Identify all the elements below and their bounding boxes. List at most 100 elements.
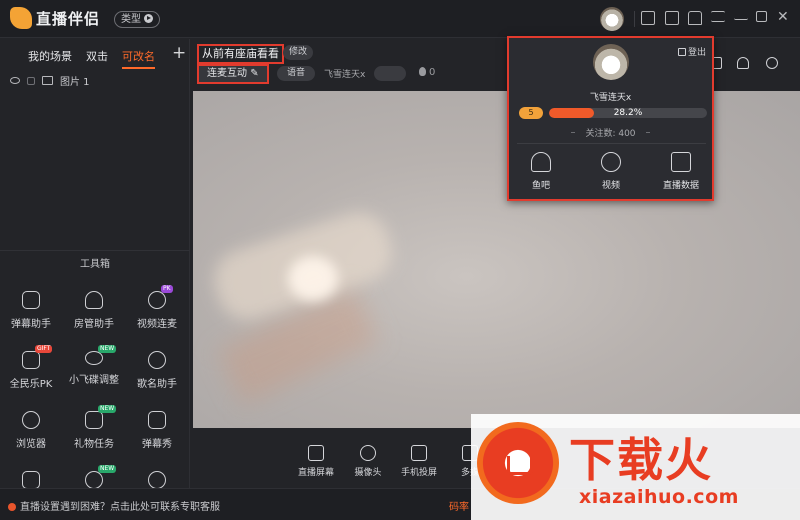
add-scene-button[interactable]: + (172, 43, 186, 63)
title-divider (634, 11, 635, 27)
phone-cast-icon (411, 445, 427, 461)
mic-interact-button[interactable]: 连麦互动 ✎ (197, 64, 269, 84)
popup-item-label: 鱼吧 (531, 181, 550, 191)
screen-mode-icon[interactable] (641, 11, 655, 25)
host-name: 飞雪连天x (324, 70, 366, 80)
camera-button[interactable]: 摄像头 (341, 445, 395, 478)
tool-video-mic[interactable]: PK 视频连麦 (126, 285, 188, 330)
fire-icon (419, 67, 426, 76)
layer-name: 图片 1 (60, 77, 90, 88)
search-tool-icon: NEW (85, 465, 117, 489)
live-data-button[interactable]: 直播数据 (651, 152, 711, 191)
popup-item-label: 直播数据 (662, 181, 699, 191)
app-logo-icon (10, 7, 32, 29)
tool-danmaku[interactable]: 弹幕助手 (0, 291, 62, 330)
tool-browser[interactable]: 浏览器 (0, 411, 62, 450)
logout-button[interactable]: 登出 (677, 45, 706, 58)
tool-label: 小飞碟调整 (69, 375, 119, 386)
phone-cast-button[interactable]: 手机投屏 (392, 445, 446, 478)
tool-label: 全民乐PK (9, 379, 53, 390)
music-icon (148, 351, 166, 369)
ufo-icon: NEW (85, 345, 117, 365)
play-arrow-icon (144, 14, 153, 23)
logout-label: 登出 (687, 48, 706, 58)
interact-label: 连麦互动 (207, 68, 247, 79)
bell-icon[interactable] (737, 57, 749, 69)
preview-highlight (288, 256, 338, 301)
tab-my-scenes[interactable]: 我的场景 (28, 48, 72, 69)
tool-label: 浏览器 (16, 439, 46, 450)
tool-danmaku-show[interactable]: 弹幕秀 (126, 411, 188, 450)
camera-icon (360, 445, 376, 461)
screen-capture-button[interactable]: 直播屏幕 (289, 445, 343, 478)
title-bar: 直播伴侣 类型 ✕ (0, 0, 800, 38)
new-badge: NEW (98, 345, 117, 353)
watermark: 下载火 xiazaihuo.com (471, 414, 800, 520)
gift-task-icon: NEW (85, 405, 117, 429)
tool-room-manager[interactable]: 房管助手 (63, 291, 125, 330)
tool-label: 歌名助手 (137, 379, 177, 390)
minimize-icon[interactable] (734, 11, 748, 20)
user-avatar[interactable] (600, 7, 624, 31)
layer-item[interactable]: 图片 1 (10, 73, 90, 88)
watermark-logo-icon (477, 422, 559, 504)
coin-icon (148, 471, 166, 489)
tool-music[interactable]: 歌名助手 (126, 351, 188, 390)
profile-name: 飞雪连天x (589, 93, 632, 103)
room-title[interactable]: 从前有座庙看看 (197, 44, 284, 64)
popup-item-label: 视频 (601, 181, 620, 191)
control-label: 摄像头 (354, 468, 382, 478)
profile-avatar[interactable] (593, 44, 629, 80)
tool-label: 房管助手 (74, 319, 114, 330)
bitrate-label: 码率 (449, 502, 469, 513)
toolbox-title: 工具箱 (0, 250, 190, 278)
tool-pk[interactable]: GIFT 全民乐PK (0, 345, 62, 390)
progress-text: 28.2% (613, 108, 643, 118)
danmaku-icon (22, 291, 40, 309)
voice-button[interactable]: 语音 (277, 66, 316, 81)
gift-badge: GIFT (35, 345, 53, 353)
level-progress: 28.2% (549, 108, 707, 118)
live-data-icon (671, 152, 691, 172)
new-badge: NEW (98, 465, 117, 473)
image-icon (42, 76, 53, 85)
menu-icon[interactable] (711, 11, 725, 22)
browser-icon (22, 411, 40, 429)
alert-icon (8, 503, 16, 511)
skin-icon[interactable] (688, 11, 702, 25)
lock-icon[interactable] (27, 76, 35, 85)
type-label: 类型 (121, 14, 141, 25)
clipboard-icon (22, 471, 40, 489)
type-button[interactable]: 类型 (114, 11, 160, 28)
pk-icon: GIFT (22, 345, 53, 369)
host-tag (374, 66, 406, 81)
popup-divider (517, 143, 706, 144)
profile-popup: 登出 飞雪连天x 5 28.2% 关注数: 400 鱼吧 视频 直播数据 (507, 36, 714, 201)
fishbar-icon (531, 152, 551, 172)
tab-double-click[interactable]: 双击 (86, 48, 108, 69)
popularity: 0 (419, 67, 435, 78)
modify-title-button[interactable]: 修改 (283, 45, 314, 60)
tool-ufo[interactable]: NEW 小飞碟调整 (63, 345, 125, 386)
new-badge: NEW (98, 405, 117, 413)
logout-icon (677, 48, 686, 56)
maximize-icon[interactable] (756, 11, 767, 22)
screen-icon (308, 445, 324, 461)
video-button[interactable]: 视频 (581, 152, 641, 191)
notes-icon[interactable] (665, 11, 679, 25)
scene-tabs: 我的场景 双击 可改名 (28, 48, 155, 69)
eye-icon[interactable] (10, 77, 20, 84)
tool-gift-task[interactable]: NEW 礼物任务 (63, 405, 125, 450)
tool-label: 弹幕助手 (11, 319, 51, 330)
help-text: 直播设置遇到困难？点击此处可联系专职客服 (20, 502, 220, 513)
share-icon[interactable] (766, 57, 778, 69)
app-name: 直播伴侣 (36, 10, 101, 28)
danmaku-show-icon (148, 411, 166, 429)
sidebar: 我的场景 双击 可改名 + 图片 1 工具箱 弹幕助手 房管助手 PK 视频连麦… (0, 39, 190, 489)
help-link[interactable]: 直播设置遇到困难？点击此处可联系专职客服 (8, 498, 220, 513)
fishbar-button[interactable]: 鱼吧 (511, 152, 571, 191)
close-icon[interactable]: ✕ (777, 10, 791, 25)
popularity-value: 0 (429, 67, 436, 78)
tab-renamable[interactable]: 可改名 (122, 48, 155, 69)
video-mic-icon: PK (148, 285, 173, 309)
